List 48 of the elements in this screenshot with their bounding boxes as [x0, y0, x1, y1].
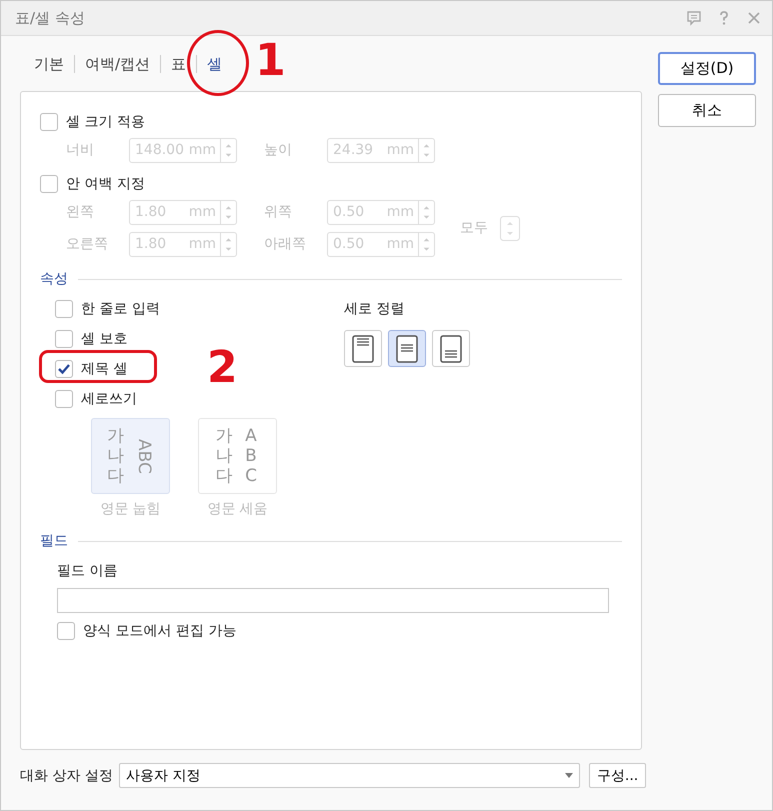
annotation-number: 2 [207, 346, 238, 390]
field-label: 너비 [66, 141, 95, 159]
field-label: 높이 [264, 141, 293, 159]
section-heading: 필드 [40, 532, 68, 550]
checkbox-label: 셀 보호 [81, 330, 128, 348]
close-icon[interactable] [746, 10, 762, 26]
tab[interactable]: 표 [161, 54, 198, 72]
checkbox-label: 제목 셀 [81, 360, 128, 378]
align-icon [396, 334, 418, 362]
field-label: 필드 이름 [57, 563, 118, 579]
tab[interactable]: 셀 [197, 54, 232, 72]
dialog-button[interactable]: 취소 [658, 94, 756, 127]
field-label: 아래쪽 [264, 235, 307, 253]
window-title: 표/셀 속성 [15, 8, 86, 28]
checkbox[interactable] [55, 360, 73, 378]
align-button[interactable] [344, 330, 382, 367]
spinner-icon[interactable] [500, 216, 520, 240]
group-label: 세로 정렬 [344, 301, 404, 317]
caret-icon [564, 773, 573, 778]
comment-icon[interactable] [686, 10, 702, 26]
field-label: 오른쪽 [66, 235, 109, 253]
configure-button[interactable]: 구성... [588, 763, 646, 788]
dropdown[interactable]: 사용자 지정 [118, 763, 580, 788]
align-button[interactable] [388, 330, 426, 367]
annotation-number: 1 [255, 38, 286, 82]
checkbox[interactable] [55, 300, 73, 318]
section-heading: 속성 [40, 270, 68, 288]
field-label: 위쪽 [264, 203, 293, 221]
input-field[interactable] [57, 588, 609, 613]
checkbox-label: 한 줄로 입력 [81, 300, 160, 318]
option-label: 영문 세움 [207, 500, 268, 518]
checkbox-label: 셀 크기 적용 [66, 113, 145, 131]
align-icon [440, 334, 462, 362]
field-label: 대화 상자 설정 [20, 766, 113, 784]
tab[interactable]: 기본 [24, 54, 75, 72]
checkbox-label: 세로쓰기 [81, 390, 137, 408]
tab[interactable]: 여백/캡션 [75, 54, 162, 72]
checkbox[interactable] [57, 622, 75, 640]
dialog-button[interactable]: 설정(D) [658, 52, 756, 85]
checkbox[interactable] [55, 390, 73, 408]
align-button[interactable] [432, 330, 470, 367]
field-label: 모두 [460, 219, 489, 237]
field-label: 왼쪽 [66, 203, 95, 221]
align-icon [352, 334, 374, 362]
option-label: 영문 눕힘 [100, 500, 161, 518]
checkbox-label: 양식 모드에서 편집 가능 [83, 622, 236, 640]
checkbox[interactable] [55, 330, 73, 348]
checkbox-label: 안 여백 지정 [66, 175, 145, 193]
